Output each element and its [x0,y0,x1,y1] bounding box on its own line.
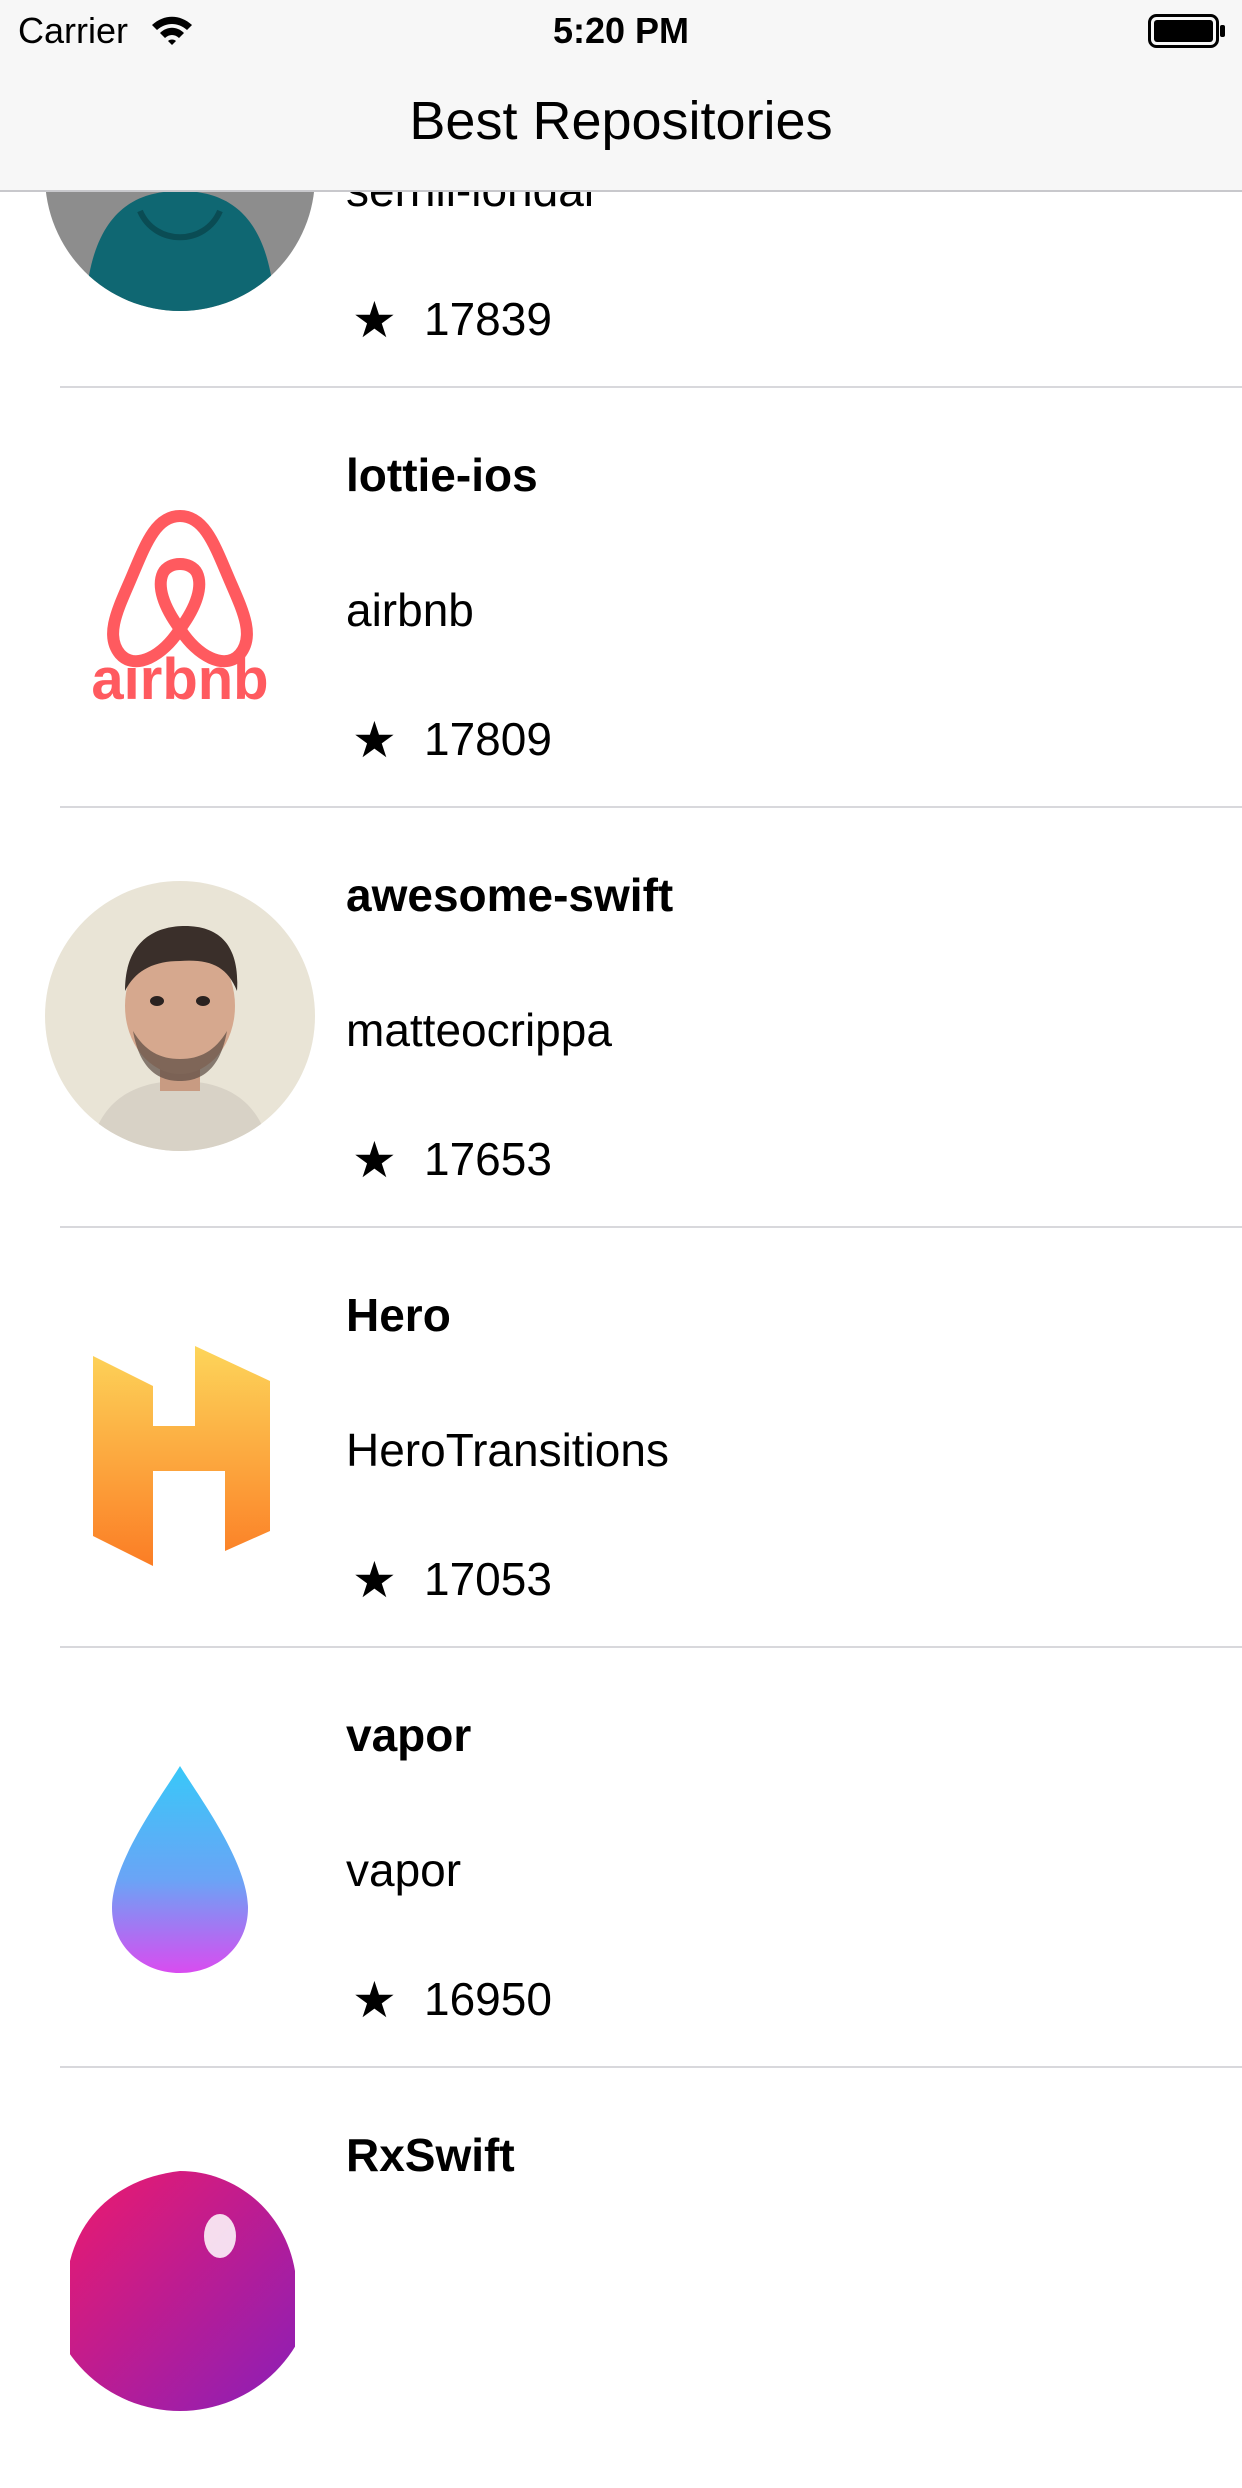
vapor-drop-logo [45,1721,315,1991]
status-time: 5:20 PM [552,10,690,51]
hero-h-logo [45,1301,315,1571]
repo-stars: 17053 [424,1553,552,1605]
battery-icon [1148,14,1225,48]
repo-row[interactable]: awesome-swift matteocrippa ★ 17653 [0,808,1242,1228]
repo-row[interactable]: airbnb lottie-ios airbnb ★ 17809 [0,388,1242,808]
repo-row[interactable]: vapor vapor ★ 16950 [0,1648,1242,2068]
repo-owner: HeroTransitions [346,1424,669,1476]
repo-stars: 16950 [424,1973,552,2025]
status-bar: Carrier 5:20 PM [0,0,1242,60]
repo-stars: 17809 [424,713,552,765]
star-icon: ★ [352,712,397,768]
page-title: Best Repositories [409,91,833,151]
star-icon: ★ [352,1972,397,2028]
navigation-bar: Best Repositories [0,60,1242,192]
repo-name: lottie-ios [346,449,538,501]
repo-owner: airbnb [346,584,474,636]
star-icon: ★ [352,1132,397,1188]
rxswift-logo [45,2141,315,2411]
repo-owner: vapor [346,1844,462,1896]
repo-name: Hero [346,1289,451,1341]
repo-stars: 17653 [424,1133,552,1185]
star-icon: ★ [352,292,397,348]
repository-list[interactable]: sernii-iondar ★ 17839 airbnb lottie-ios … [0,0,1242,2411]
repo-name: awesome-swift [346,869,674,921]
repo-owner: matteocrippa [346,1004,612,1056]
person-photo-avatar [45,881,315,1151]
svg-text:airbnb: airbnb [91,647,268,712]
repo-row[interactable]: RxSwift [0,2068,1242,2488]
airbnb-logo: airbnb [45,461,315,731]
repo-stars: 17839 [424,293,552,345]
repo-name: vapor [346,1709,472,1761]
repo-row[interactable]: Hero HeroTransitions ★ 17053 [0,1228,1242,1648]
repo-name: RxSwift [346,2129,515,2181]
star-icon: ★ [352,1552,397,1608]
